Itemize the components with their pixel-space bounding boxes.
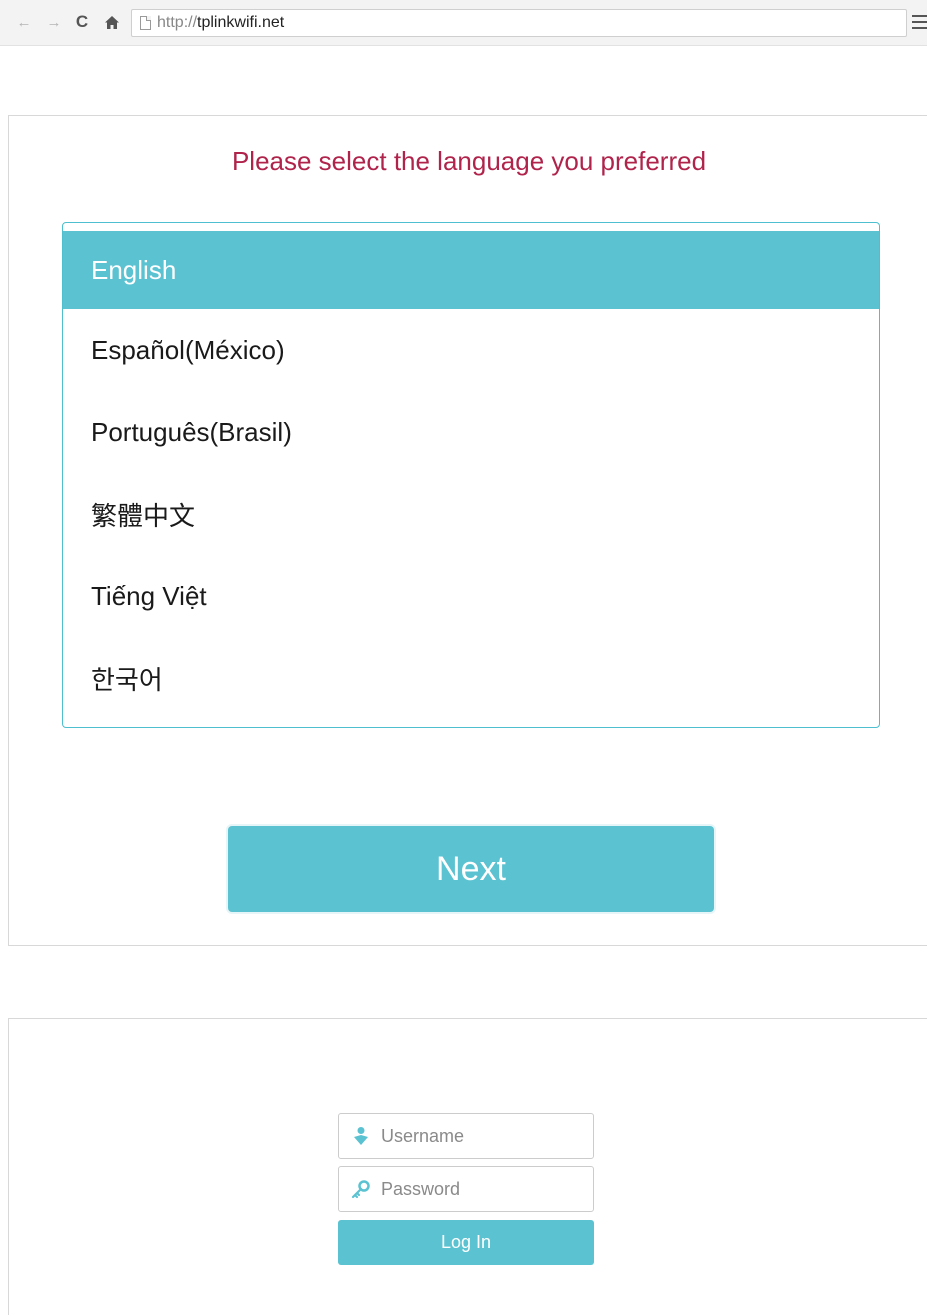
url-host: tplinkwifi.net (197, 14, 285, 31)
language-option-spanish-mexico[interactable]: Español(México) (63, 309, 879, 391)
reload-icon[interactable]: C (72, 10, 92, 34)
language-panel: Please select the language you preferred… (8, 115, 927, 946)
back-arrow-icon[interactable]: ← (14, 10, 34, 34)
url-scheme: http:// (157, 14, 198, 31)
language-title: Please select the language you preferred (231, 146, 707, 176)
username-field[interactable] (338, 1113, 594, 1159)
home-icon[interactable] (102, 10, 122, 34)
language-option-traditional-chinese[interactable]: 繁體中文 (63, 473, 879, 555)
username-input[interactable] (381, 1125, 581, 1147)
language-option-korean[interactable]: 한국어 (63, 637, 879, 719)
forward-arrow-icon[interactable]: → (44, 10, 64, 34)
language-option-english[interactable]: English (63, 231, 879, 309)
browser-toolbar: ← → C http://tplinkwifi.net (0, 0, 927, 46)
password-field[interactable] (338, 1166, 594, 1212)
url-text: http://tplinkwifi.net (157, 14, 284, 32)
user-icon (351, 1126, 371, 1146)
language-option-portuguese-brazil[interactable]: Português(Brasil) (63, 391, 879, 473)
menu-icon[interactable] (912, 12, 927, 32)
login-button[interactable]: Log In (338, 1220, 594, 1265)
address-bar[interactable]: http://tplinkwifi.net (131, 9, 907, 37)
language-option-vietnamese[interactable]: Tiếng Việt (63, 555, 879, 637)
login-panel: Log In (8, 1018, 927, 1315)
next-button[interactable]: Next (228, 826, 714, 912)
language-list: English Español(México) Português(Brasil… (62, 222, 880, 728)
password-input[interactable] (381, 1178, 581, 1200)
page-icon (140, 16, 151, 30)
key-icon (351, 1179, 371, 1199)
